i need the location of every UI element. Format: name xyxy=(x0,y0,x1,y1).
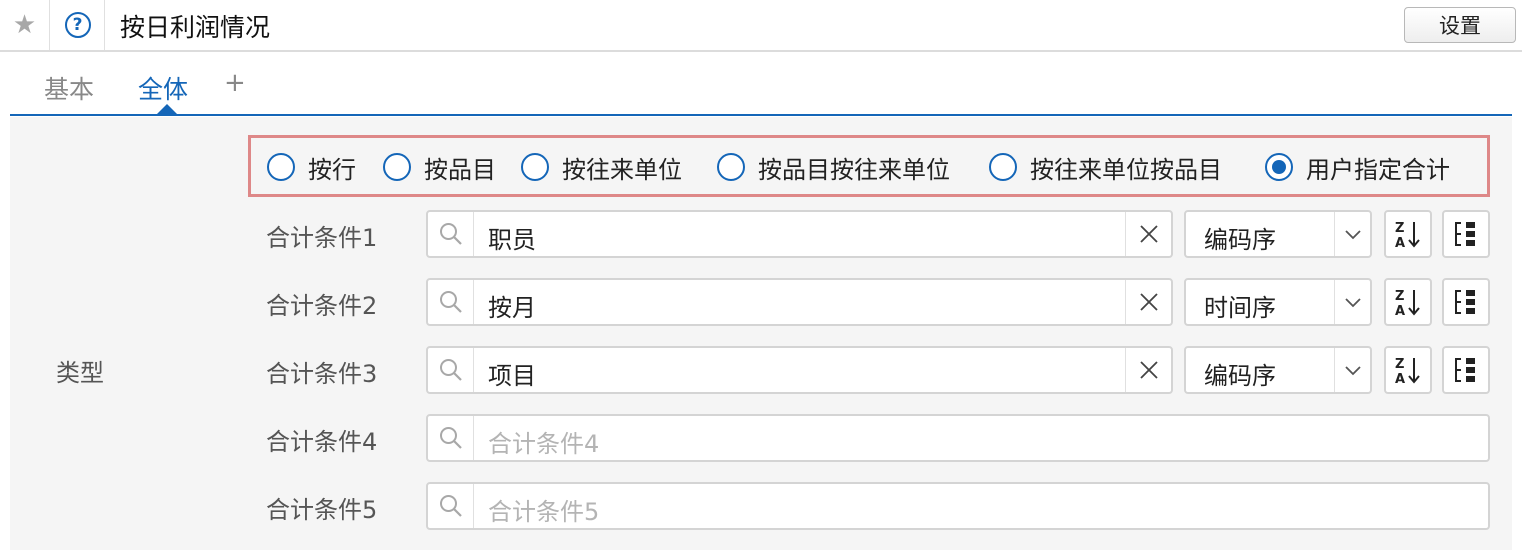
favorite-star-button[interactable]: ★ xyxy=(0,0,50,50)
sort-order-select[interactable]: 时间序 xyxy=(1184,278,1372,326)
svg-text:A: A xyxy=(1395,304,1405,317)
radio-label: 按往来单位按品目 xyxy=(1030,155,1222,184)
radio-user-defined[interactable]: 用户指定合计 xyxy=(1265,152,1450,184)
radio-checked-icon xyxy=(1265,153,1293,181)
radio-circle-icon xyxy=(717,153,745,181)
search-icon xyxy=(428,212,474,256)
column-settings-button[interactable] xyxy=(1442,278,1490,326)
radio-circle-icon xyxy=(989,153,1017,181)
radio-by-item[interactable]: 按品目 xyxy=(383,152,496,184)
radio-label: 按往来单位 xyxy=(562,155,682,184)
clear-icon[interactable] xyxy=(1125,280,1171,324)
condition-row-4: 合计条件4 合计条件4 xyxy=(10,414,1512,462)
radio-by-item-partner[interactable]: 按品目按往来单位 xyxy=(717,152,950,184)
condition-label: 合计条件4 xyxy=(266,428,378,456)
svg-text:Z: Z xyxy=(1395,221,1404,236)
condition-2-input[interactable]: 按月 xyxy=(426,278,1173,326)
radio-label: 用户指定合计 xyxy=(1306,155,1450,184)
radio-label: 按行 xyxy=(308,155,356,184)
radio-circle-icon xyxy=(521,153,549,181)
search-icon xyxy=(428,280,474,324)
svg-text:A: A xyxy=(1395,236,1405,249)
condition-row-3: 合计条件3 项目 编码序 ZA xyxy=(10,346,1512,394)
sort-za-button[interactable]: ZA xyxy=(1384,346,1432,394)
search-icon xyxy=(428,416,474,460)
condition-label: 合计条件1 xyxy=(266,224,378,252)
radio-label: 按品目 xyxy=(424,155,496,184)
condition-1-input[interactable]: 职员 xyxy=(426,210,1173,258)
sort-order-value: 编码序 xyxy=(1204,226,1276,254)
page-title: 按日利润情况 xyxy=(120,13,271,42)
radio-label: 按品目按往来单位 xyxy=(758,155,950,184)
chevron-down-icon xyxy=(1334,212,1370,256)
column-settings-icon xyxy=(1455,358,1475,382)
condition-row-5: 合计条件5 合计条件5 xyxy=(10,482,1512,530)
settings-panel: 类型 按行 按品目 按往来单位 按品目按往来单位 按往来单位按品目 用户指定合计… xyxy=(10,117,1512,550)
condition-placeholder: 合计条件5 xyxy=(488,498,600,526)
sort-order-select[interactable]: 编码序 xyxy=(1184,210,1372,258)
help-icon: ? xyxy=(64,12,91,38)
sort-order-value: 时间序 xyxy=(1204,294,1276,322)
star-icon: ★ xyxy=(12,10,37,40)
condition-label: 合计条件2 xyxy=(266,292,378,320)
column-settings-icon xyxy=(1455,222,1475,246)
sort-order-select[interactable]: 编码序 xyxy=(1184,346,1372,394)
clear-icon[interactable] xyxy=(1125,348,1171,392)
search-icon xyxy=(428,348,474,392)
tab-all[interactable]: 全体 xyxy=(138,70,188,106)
condition-4-input[interactable]: 合计条件4 xyxy=(426,414,1490,462)
condition-value: 按月 xyxy=(488,294,536,322)
chevron-down-icon xyxy=(1334,280,1370,324)
condition-5-input[interactable]: 合计条件5 xyxy=(426,482,1490,530)
clear-icon[interactable] xyxy=(1125,212,1171,256)
condition-3-input[interactable]: 项目 xyxy=(426,346,1173,394)
settings-button[interactable]: 设置 xyxy=(1404,7,1516,43)
condition-value: 职员 xyxy=(488,226,536,254)
sort-za-button[interactable]: ZA xyxy=(1384,278,1432,326)
svg-text:Z: Z xyxy=(1395,357,1404,372)
condition-value: 项目 xyxy=(488,362,536,390)
svg-text:Z: Z xyxy=(1395,289,1404,304)
help-button[interactable]: ? xyxy=(51,0,105,50)
column-settings-button[interactable] xyxy=(1442,210,1490,258)
sort-za-icon: ZA xyxy=(1395,221,1420,249)
condition-row-1: 合计条件1 职员 编码序 ZA xyxy=(10,210,1512,258)
radio-by-partner[interactable]: 按往来单位 xyxy=(521,152,682,184)
search-icon xyxy=(428,484,474,528)
sort-za-button[interactable]: ZA xyxy=(1384,210,1432,258)
sort-za-icon: ZA xyxy=(1395,289,1420,317)
tab-basic[interactable]: 基本 xyxy=(44,70,94,106)
column-settings-button[interactable] xyxy=(1442,346,1490,394)
condition-row-2: 合计条件2 按月 时间序 ZA xyxy=(10,278,1512,326)
svg-text:A: A xyxy=(1395,372,1405,385)
header-bar: ★ ? 按日利润情况 设置 xyxy=(0,0,1522,52)
condition-label: 合计条件3 xyxy=(266,360,378,388)
active-tab-indicator xyxy=(156,104,178,115)
condition-placeholder: 合计条件4 xyxy=(488,430,600,458)
chevron-down-icon xyxy=(1334,348,1370,392)
sort-za-icon: ZA xyxy=(1395,357,1420,385)
radio-by-partner-item[interactable]: 按往来单位按品目 xyxy=(989,152,1222,184)
tab-bar: 基本 全体 + xyxy=(10,52,1512,116)
radio-circle-icon xyxy=(383,153,411,181)
sort-order-value: 编码序 xyxy=(1204,362,1276,390)
column-settings-icon xyxy=(1455,290,1475,314)
condition-label: 合计条件5 xyxy=(266,496,378,524)
add-tab-button[interactable]: + xyxy=(224,68,246,98)
radio-by-row[interactable]: 按行 xyxy=(267,152,356,184)
summary-type-radio-group: 按行 按品目 按往来单位 按品目按往来单位 按往来单位按品目 用户指定合计 xyxy=(248,135,1490,197)
radio-circle-icon xyxy=(267,153,295,181)
